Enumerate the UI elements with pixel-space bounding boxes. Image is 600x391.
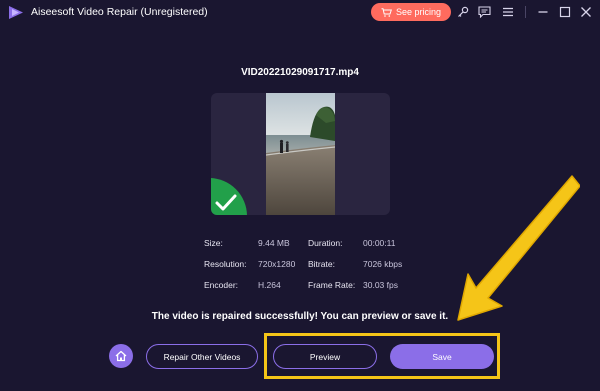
- repair-other-videos-button[interactable]: Repair Other Videos: [146, 344, 258, 369]
- home-button[interactable]: [109, 344, 133, 368]
- highlight-box: [264, 333, 500, 379]
- window-title: Aiseesoft Video Repair (Unregistered): [31, 6, 208, 18]
- repair-other-videos-label: Repair Other Videos: [163, 351, 241, 362]
- framerate-value: 30.03 fps: [363, 280, 398, 290]
- close-icon[interactable]: [579, 5, 593, 19]
- arrow-annotation: [457, 175, 580, 321]
- video-preview-card: [211, 93, 390, 215]
- check-icon: [211, 178, 247, 215]
- see-pricing-label: See pricing: [395, 7, 442, 17]
- home-icon: [115, 350, 127, 362]
- resolution-value: 720x1280: [258, 259, 296, 269]
- aiseesoft-logo-icon: [9, 6, 23, 19]
- encoder-value: H.264: [258, 280, 281, 290]
- bitrate-label: Bitrate:: [308, 259, 335, 269]
- feedback-icon[interactable]: [477, 5, 491, 19]
- key-icon[interactable]: [456, 5, 470, 19]
- menu-icon[interactable]: [501, 5, 515, 19]
- resolution-label: Resolution:: [204, 259, 247, 269]
- title-bar: Aiseesoft Video Repair (Unregistered) Se…: [0, 0, 600, 25]
- minimize-icon[interactable]: [536, 5, 550, 19]
- duration-label: Duration:: [308, 238, 343, 248]
- file-name: VID20221029091717.mp4: [241, 67, 359, 78]
- video-thumbnail: [266, 93, 335, 215]
- cart-icon: [381, 7, 392, 17]
- see-pricing-button[interactable]: See pricing: [371, 3, 451, 21]
- titlebar-divider: [525, 6, 526, 18]
- size-label: Size:: [204, 238, 223, 248]
- size-value: 9.44 MB: [258, 238, 290, 248]
- duration-value: 00:00:11: [363, 238, 396, 248]
- maximize-icon[interactable]: [558, 5, 572, 19]
- framerate-label: Frame Rate:: [308, 280, 356, 290]
- bitrate-value: 7026 kbps: [363, 259, 403, 269]
- encoder-label: Encoder:: [204, 280, 239, 290]
- app-window: Aiseesoft Video Repair (Unregistered) Se…: [0, 0, 600, 391]
